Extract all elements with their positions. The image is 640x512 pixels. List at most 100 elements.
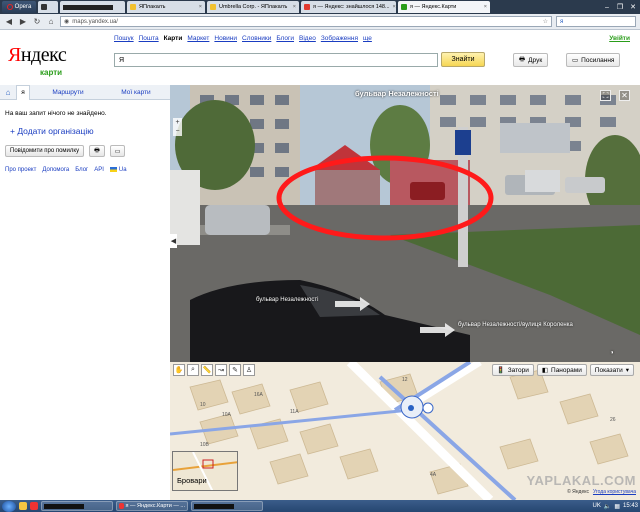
service-link-mail[interactable]: Пошта [139,35,159,42]
yandex-header: Яндекс карти Пошук Пошта Карти Маркет Но… [0,30,640,82]
network-icon[interactable]: ▦ [614,503,620,510]
service-link-more[interactable]: ще [363,35,372,42]
close-icon[interactable]: × [293,4,296,10]
print-button[interactable]: 🖶 Друк [513,53,549,67]
link-icon: ▭ [114,148,121,155]
ruler-icon[interactable]: 📏 [201,364,213,376]
show-dropdown[interactable]: Показати ▾ [589,364,634,376]
blog-link[interactable]: Блог [75,167,88,173]
service-link-maps: Карти [163,35,183,42]
close-icon[interactable]: × [199,4,202,10]
windows-taskbar: я — Яндекс.Карти — ... UK 🔈 ▦ 15:43 [0,500,640,512]
map-view[interactable]: 10 16А 10А 11А 12 4А 10В 26 ✋ ⌕ 📏 ↝ ✎ ♙ … [170,362,640,500]
link-button[interactable]: ▭ Посилання [566,53,621,67]
traffic-button[interactable]: 🚦 Затори [491,364,534,376]
taskbar-item-redacted-2[interactable] [191,501,263,511]
reload-icon[interactable]: ↻ [32,17,42,27]
tab-title: я — Яндекс.Карти [410,4,457,10]
taskbar-item-redacted[interactable] [41,501,113,511]
tab-my-maps[interactable]: Мої карти [106,85,166,100]
about-link[interactable]: Про проект [5,167,36,173]
browser-search-field[interactable]: я [556,16,636,27]
magnifier-icon[interactable]: ⌕ [187,364,199,376]
print-small-button[interactable]: 🖶 [89,145,105,157]
panoramas-button[interactable]: ◧ Панорами [536,364,587,376]
service-link-blogs[interactable]: Блоги [276,35,294,42]
minimize-icon[interactable]: – [602,3,612,12]
service-link-search[interactable]: Пошук [114,35,134,42]
pan-left-icon[interactable]: ◀ [170,234,177,248]
tab-yandex-maps[interactable]: я — Яндекс.Карти × [398,1,490,13]
hand-tool-icon[interactable]: ✋ [173,364,185,376]
terms-link[interactable]: Угода користувача [593,489,636,495]
back-icon[interactable]: ◀ [4,17,14,27]
street-panorama[interactable]: бульвар Незалежності ⛶ ✕ + − ◀ бульвар Н… [170,85,640,362]
tray-language[interactable]: UK [592,503,600,509]
volume-icon[interactable]: 🔈 [604,503,611,510]
tab-redacted-2[interactable] [60,1,125,13]
panorama-zoom-control[interactable]: + − [173,118,182,136]
service-link-news[interactable]: Новини [214,35,237,42]
link-small-button[interactable]: ▭ [109,145,126,157]
zoom-out-icon[interactable]: − [173,127,182,136]
help-link[interactable]: Допомога [42,167,69,173]
map-search-input[interactable]: Я [114,53,438,67]
tab-title: Umbrella Corp. - ЯПлакалъ [219,4,288,10]
api-link[interactable]: API [94,167,104,173]
service-link-video[interactable]: Відео [299,35,316,42]
close-window-icon[interactable]: ✕ [628,3,638,12]
forward-icon[interactable]: ▶ [18,17,28,27]
panorama-man-icon[interactable]: ♙ [243,364,255,376]
start-button-icon[interactable] [2,500,16,512]
link-label: Посилання [581,56,615,64]
home-icon[interactable]: ⌂ [0,88,16,97]
restore-icon[interactable]: ❐ [615,3,625,12]
language-link[interactable]: Ua [109,167,127,173]
star-icon[interactable]: ☆ [543,18,548,25]
tab-redacted[interactable] [38,1,58,13]
window-controls: – ❐ ✕ [602,3,640,12]
opera-menu-button[interactable]: Opera [2,1,36,13]
clock[interactable]: 15:43 [623,503,638,509]
opera-icon[interactable] [30,502,38,510]
tab-favicon-icon [130,4,136,10]
pencil-icon[interactable]: ✎ [229,364,241,376]
overview-minimap[interactable]: Бровари [172,451,238,491]
minimap-canvas [173,452,237,490]
zoom-in-icon[interactable]: + [173,118,182,127]
house-number: 10 [200,402,206,408]
tab-yandex-search[interactable]: я — Яндекс: знайшлося 148... × [301,1,396,13]
url-field[interactable]: ◉ maps.yandex.ua/ ☆ [60,16,552,27]
close-icon[interactable]: × [484,4,487,10]
home-icon[interactable]: ⌂ [46,17,56,27]
left-panel-tabs: ⌂ я Маршрути Мої карти [0,84,170,100]
street-label-arrow-2[interactable]: бульвар Незалежності/вулиця Короленка [458,322,573,328]
browser-search-value: я [560,18,564,25]
find-button[interactable]: Знайти [441,52,485,67]
login-link[interactable]: Увійти [609,35,630,42]
taskbar-item-yandex-maps[interactable]: я — Яндекс.Карти — ... [116,501,188,511]
folder-icon[interactable] [19,502,27,510]
yandex-logo[interactable]: Яндекс [8,44,67,67]
close-panorama-icon[interactable]: ✕ [619,90,630,101]
tab-search-results[interactable]: я [16,84,30,100]
tab-favicon-icon [304,4,310,10]
service-link-images[interactable]: Зображення [321,35,358,42]
route-icon[interactable]: ↝ [215,364,227,376]
chevron-down-icon: ▾ [625,367,629,374]
service-link-dictionaries[interactable]: Словники [242,35,271,42]
service-link-market[interactable]: Маркет [187,35,209,42]
tab-yaplakal[interactable]: ЯПлакалъ × [127,1,205,13]
tab-title: ЯПлакалъ [139,4,166,10]
map-search-value: Я [119,56,125,64]
panorama-image [170,85,640,362]
tab-routes[interactable]: Маршрути [30,85,106,100]
tab-umbrella[interactable]: Umbrella Corp. - ЯПлакалъ × [207,1,299,13]
printer-icon: 🖶 [519,55,526,63]
fullscreen-icon[interactable]: ⛶ [600,90,611,101]
house-number: 10А [222,412,231,418]
add-organization-link[interactable]: + Додати організацію [10,126,170,136]
report-error-button[interactable]: Повідомити про помилку [5,145,85,157]
street-label-arrow-1[interactable]: бульвар Незалежності [256,297,318,303]
close-icon[interactable]: × [393,4,396,10]
